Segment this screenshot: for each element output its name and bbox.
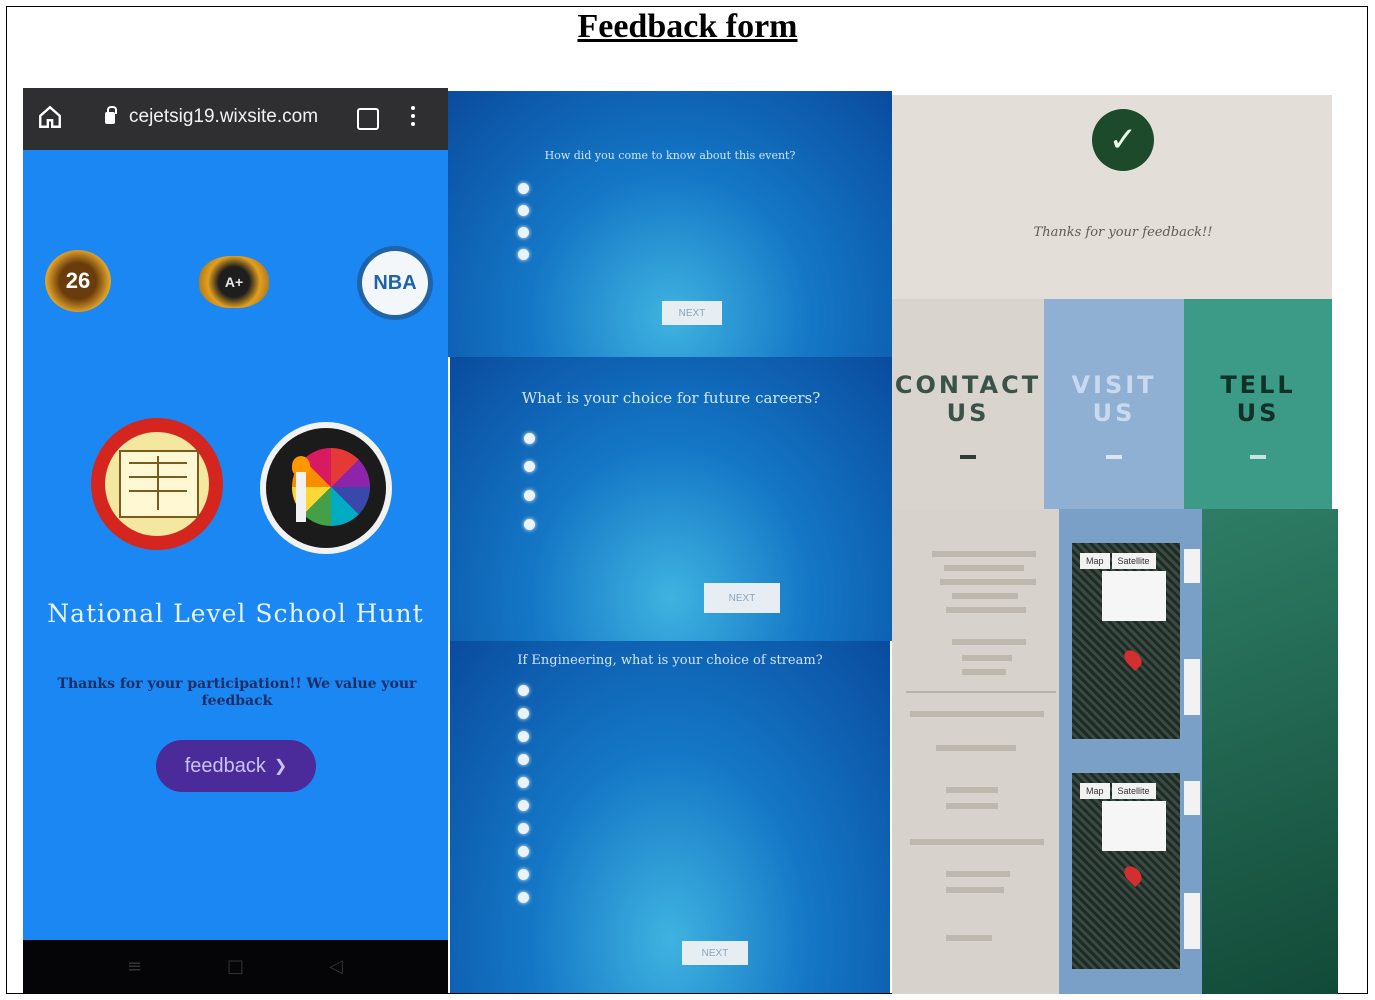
option-radio[interactable]: [518, 227, 543, 238]
browser-address-bar: cejetsig19.wixsite.com: [23, 88, 448, 150]
more-menu-icon[interactable]: [411, 106, 415, 130]
option-radio[interactable]: [518, 754, 543, 765]
map-view-2[interactable]: Map Satellite: [1072, 773, 1180, 969]
nba-logo: NBA: [357, 246, 433, 320]
option-radio[interactable]: [524, 433, 549, 444]
thanks-panel: ✓ Thanks for your feedback!! CONTACT US …: [892, 95, 1332, 509]
option-radio[interactable]: [518, 777, 543, 788]
map-pin-icon[interactable]: [1120, 646, 1146, 672]
option-radio[interactable]: [518, 183, 543, 194]
divider: [1106, 455, 1122, 459]
option-radio[interactable]: [518, 869, 543, 880]
survey-question-3: If Engineering, what is your choice of s…: [450, 641, 890, 993]
map-zoom-control[interactable]: [1184, 781, 1200, 815]
option-radio[interactable]: [518, 685, 543, 696]
option-radio[interactable]: [518, 892, 543, 903]
lock-icon: [105, 106, 117, 124]
option-radio[interactable]: [518, 731, 543, 742]
document-title: Feedback form: [577, 8, 798, 45]
contact-us-column[interactable]: CONTACT US: [892, 299, 1044, 509]
satellite-tab[interactable]: Satellite: [1111, 783, 1156, 799]
anniversary-badge: 26: [45, 250, 111, 312]
tabs-count-icon[interactable]: [357, 108, 379, 130]
question-text: How did you come to know about this even…: [544, 149, 796, 162]
map-zoom-control[interactable]: [1184, 659, 1200, 715]
tell-us-column[interactable]: TELL US: [1184, 299, 1332, 509]
home-nav-icon[interactable]: □: [227, 956, 244, 977]
chevron-right-icon: ❯: [273, 758, 288, 775]
naac-grade-badge: A+: [199, 256, 269, 308]
question-text: What is your choice for future careers?: [521, 389, 821, 407]
option-radio[interactable]: [524, 490, 549, 501]
option-radio[interactable]: [524, 519, 549, 530]
column-title: CONTACT US: [894, 371, 1042, 427]
back-nav-icon[interactable]: ◁: [329, 956, 343, 977]
thanks-message: Thanks for your feedback!!: [1033, 225, 1213, 240]
option-radio[interactable]: [518, 823, 543, 834]
map-type-tabs: Map Satellite: [1080, 553, 1158, 569]
map-zoom-control[interactable]: [1184, 549, 1200, 583]
college-emblem: [91, 418, 223, 550]
event-emblem: [260, 422, 392, 554]
column-title: VISIT US: [1071, 371, 1157, 427]
event-subtitle: Thanks for your participation!! We value…: [57, 676, 417, 709]
map-info-popup: [1102, 571, 1166, 621]
form-column: [1202, 509, 1338, 994]
option-radio[interactable]: [518, 708, 543, 719]
feedback-button-label: feedback: [184, 754, 266, 777]
column-title: TELL US: [1220, 371, 1296, 427]
map-view-1[interactable]: Map Satellite: [1072, 543, 1180, 739]
checkmark-icon: ✓: [1092, 109, 1154, 171]
survey-question-1: How did you come to know about this even…: [448, 91, 892, 357]
map-tab[interactable]: Map: [1080, 553, 1110, 569]
next-button[interactable]: NEXT: [704, 583, 780, 613]
visit-us-column[interactable]: VISIT US: [1044, 299, 1184, 509]
map-type-tabs: Map Satellite: [1080, 783, 1158, 799]
divider: [1250, 455, 1266, 459]
next-button[interactable]: NEXT: [662, 301, 722, 325]
contact-map-panel: Map Satellite Map Satellite: [892, 509, 1338, 994]
feedback-button[interactable]: feedback ❯: [156, 740, 316, 792]
url-text[interactable]: cejetsig19.wixsite.com: [129, 106, 318, 128]
map-zoom-control[interactable]: [1184, 893, 1200, 949]
satellite-tab[interactable]: Satellite: [1111, 553, 1156, 569]
map-pin-icon[interactable]: [1120, 862, 1146, 888]
option-radio[interactable]: [524, 461, 549, 472]
android-nav-bar: ≡ □ ◁: [23, 940, 448, 993]
recent-apps-icon[interactable]: ≡: [127, 956, 142, 977]
option-radio[interactable]: [518, 846, 543, 857]
survey-question-2: What is your choice for future careers? …: [450, 357, 892, 641]
home-icon[interactable]: [37, 104, 63, 130]
address-column: [892, 509, 1059, 994]
phone-screenshot: cejetsig19.wixsite.com 26 A+ NBA Nationa…: [23, 88, 448, 993]
map-tab[interactable]: Map: [1080, 783, 1110, 799]
divider: [960, 455, 976, 459]
option-radio[interactable]: [518, 800, 543, 811]
event-title: National Level School Hunt: [47, 599, 424, 628]
next-button[interactable]: NEXT: [682, 941, 748, 965]
option-radio[interactable]: [518, 205, 543, 216]
question-text: If Engineering, what is your choice of s…: [517, 653, 823, 668]
map-info-popup: [1102, 801, 1166, 851]
option-radio[interactable]: [518, 249, 543, 260]
